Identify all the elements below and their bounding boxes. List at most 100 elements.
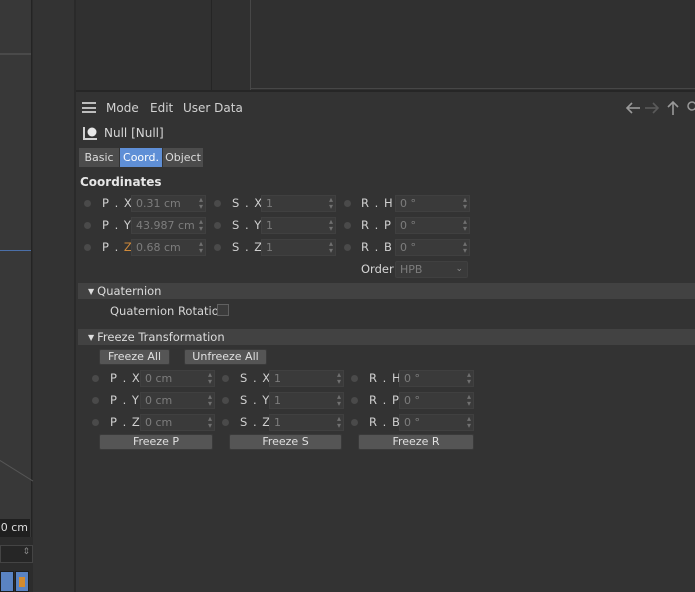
arrow-right-icon[interactable] bbox=[645, 102, 660, 114]
freeze-pz-field[interactable]: 0 cm ▴ ▾ bbox=[140, 414, 215, 431]
freeze-py-field[interactable]: 0 cm ▴ ▾ bbox=[140, 392, 215, 409]
freeze-sy-field[interactable]: 1 ▴ ▾ bbox=[269, 392, 344, 409]
freeze-label-sy: S . Y bbox=[240, 393, 271, 407]
tab-coord[interactable]: Coord. bbox=[120, 148, 162, 167]
sz-value: 1 bbox=[266, 241, 273, 254]
quaternion-rotation-checkbox[interactable] bbox=[217, 304, 229, 316]
panel-divider[interactable] bbox=[76, 90, 695, 92]
tab-object[interactable]: Object bbox=[163, 148, 203, 167]
keyframe-dot[interactable] bbox=[84, 244, 91, 251]
keyframe-dot[interactable] bbox=[344, 244, 351, 251]
freeze-rh-value: 0 ° bbox=[404, 372, 420, 385]
spinner-icon[interactable]: ▴ ▾ bbox=[337, 393, 341, 408]
spinner-icon[interactable]: ▴ ▾ bbox=[199, 240, 203, 255]
rh-field[interactable]: 0 ° ▴ ▾ bbox=[395, 195, 470, 212]
spinner-icon[interactable]: ▴ ▾ bbox=[208, 393, 212, 408]
keyframe-dot[interactable] bbox=[344, 222, 351, 229]
order-dropdown[interactable]: HPB ⌄ bbox=[395, 261, 468, 278]
keyframe-dot[interactable] bbox=[92, 419, 99, 426]
freeze-px-value: 0 cm bbox=[145, 372, 173, 385]
menu-edit[interactable]: Edit bbox=[150, 97, 173, 119]
spinner-icon[interactable]: ▴ ▾ bbox=[199, 196, 203, 211]
freeze-sy-value: 1 bbox=[274, 394, 281, 407]
keyframe-dot[interactable] bbox=[92, 375, 99, 382]
order-label: Order bbox=[361, 262, 394, 276]
px-field[interactable]: 0.31 cm ▴ ▾ bbox=[131, 195, 206, 212]
triangle-down-icon: ▼ bbox=[88, 333, 95, 342]
py-value: 43.987 cm bbox=[136, 219, 195, 232]
freeze-px-field[interactable]: 0 cm ▴ ▾ bbox=[140, 370, 215, 387]
viewport-value-field[interactable]: 0 cm bbox=[0, 519, 30, 537]
section-header-freeze[interactable]: ▼ Freeze Transformation bbox=[78, 329, 695, 345]
search-icon[interactable] bbox=[687, 101, 695, 111]
spinner-icon[interactable]: ▴ ▾ bbox=[463, 196, 467, 211]
sx-field[interactable]: 1 ▴ ▾ bbox=[261, 195, 336, 212]
freeze-sz-field[interactable]: 1 ▴ ▾ bbox=[269, 414, 344, 431]
freeze-sx-field[interactable]: 1 ▴ ▾ bbox=[269, 370, 344, 387]
keyframe-dot[interactable] bbox=[84, 222, 91, 229]
spinner-icon[interactable]: ▴ ▾ bbox=[329, 240, 333, 255]
sz-field[interactable]: 1 ▴ ▾ bbox=[261, 239, 336, 256]
spinner-icon[interactable]: ▴ ▾ bbox=[337, 415, 341, 430]
viewport-dropdown[interactable]: ⇕ bbox=[0, 545, 33, 563]
keyframe-dot[interactable] bbox=[214, 244, 221, 251]
menu-user-data[interactable]: User Data bbox=[183, 97, 243, 119]
label-rb: R . B bbox=[361, 240, 393, 254]
freeze-rp-field[interactable]: 0 ° ▴ ▾ bbox=[399, 392, 474, 409]
spinner-icon[interactable]: ▴ ▾ bbox=[208, 371, 212, 386]
sy-field[interactable]: 1 ▴ ▾ bbox=[261, 217, 336, 234]
py-field[interactable]: 43.987 cm ▴ ▾ bbox=[131, 217, 206, 234]
order-value: HPB bbox=[400, 263, 423, 276]
arrow-up-icon[interactable] bbox=[667, 100, 679, 115]
px-value: 0.31 cm bbox=[136, 197, 181, 210]
label-sz: S . Z bbox=[232, 240, 264, 254]
freeze-s-button[interactable]: Freeze S bbox=[229, 434, 342, 450]
freeze-all-button[interactable]: Freeze All bbox=[99, 349, 170, 365]
unfreeze-all-button[interactable]: Unfreeze All bbox=[184, 349, 267, 365]
keyframe-dot[interactable] bbox=[222, 419, 229, 426]
freeze-sz-value: 1 bbox=[274, 416, 281, 429]
spinner-icon[interactable]: ▴ ▾ bbox=[329, 218, 333, 233]
keyframe-dot[interactable] bbox=[344, 200, 351, 207]
film-icon[interactable] bbox=[15, 571, 29, 592]
spinner-icon[interactable]: ▴ ▾ bbox=[467, 371, 471, 386]
hamburger-menu-icon[interactable] bbox=[82, 102, 96, 113]
freeze-p-button[interactable]: Freeze P bbox=[99, 434, 213, 450]
spinner-icon[interactable]: ▴ ▾ bbox=[199, 218, 203, 233]
keyframe-dot[interactable] bbox=[351, 419, 358, 426]
menu-mode[interactable]: Mode bbox=[106, 97, 139, 119]
freeze-r-button[interactable]: Freeze R bbox=[358, 434, 474, 450]
spinner-icon[interactable]: ▴ ▾ bbox=[467, 415, 471, 430]
freeze-rb-field[interactable]: 0 ° ▴ ▾ bbox=[399, 414, 474, 431]
section-header-quaternion[interactable]: ▼ Quaternion bbox=[78, 283, 695, 299]
keyframe-dot[interactable] bbox=[351, 375, 358, 382]
keyframe-dot[interactable] bbox=[214, 222, 221, 229]
freeze-rb-value: 0 ° bbox=[404, 416, 420, 429]
keyframe-dot[interactable] bbox=[351, 397, 358, 404]
rb-field[interactable]: 0 ° ▴ ▾ bbox=[395, 239, 470, 256]
spinner-icon[interactable]: ▴ ▾ bbox=[463, 240, 467, 255]
keyframe-dot[interactable] bbox=[84, 200, 91, 207]
keyframe-dot[interactable] bbox=[222, 375, 229, 382]
null-object-icon bbox=[83, 127, 97, 140]
spinner-icon[interactable]: ▴ ▾ bbox=[329, 196, 333, 211]
rb-value: 0 ° bbox=[400, 241, 416, 254]
keyframe-dot[interactable] bbox=[214, 200, 221, 207]
keyframe-dot[interactable] bbox=[222, 397, 229, 404]
spinner-icon[interactable]: ▴ ▾ bbox=[337, 371, 341, 386]
freeze-label-rp: R . P bbox=[369, 393, 400, 407]
viewport-canvas[interactable] bbox=[0, 0, 32, 537]
spinner-icon[interactable]: ▴ ▾ bbox=[208, 415, 212, 430]
label-px: P . X bbox=[102, 196, 133, 210]
pz-field[interactable]: 0.68 cm ▴ ▾ bbox=[131, 239, 206, 256]
column-divider[interactable] bbox=[250, 0, 251, 90]
spinner-icon[interactable]: ▴ ▾ bbox=[467, 393, 471, 408]
tab-basic[interactable]: Basic bbox=[79, 148, 119, 167]
keyframe-dot[interactable] bbox=[92, 397, 99, 404]
rp-field[interactable]: 0 ° ▴ ▾ bbox=[395, 217, 470, 234]
spinner-icon[interactable]: ▴ ▾ bbox=[463, 218, 467, 233]
arrow-left-icon[interactable] bbox=[625, 102, 640, 114]
timeline-icon[interactable] bbox=[0, 571, 14, 592]
column-divider[interactable] bbox=[211, 0, 212, 90]
freeze-rh-field[interactable]: 0 ° ▴ ▾ bbox=[399, 370, 474, 387]
